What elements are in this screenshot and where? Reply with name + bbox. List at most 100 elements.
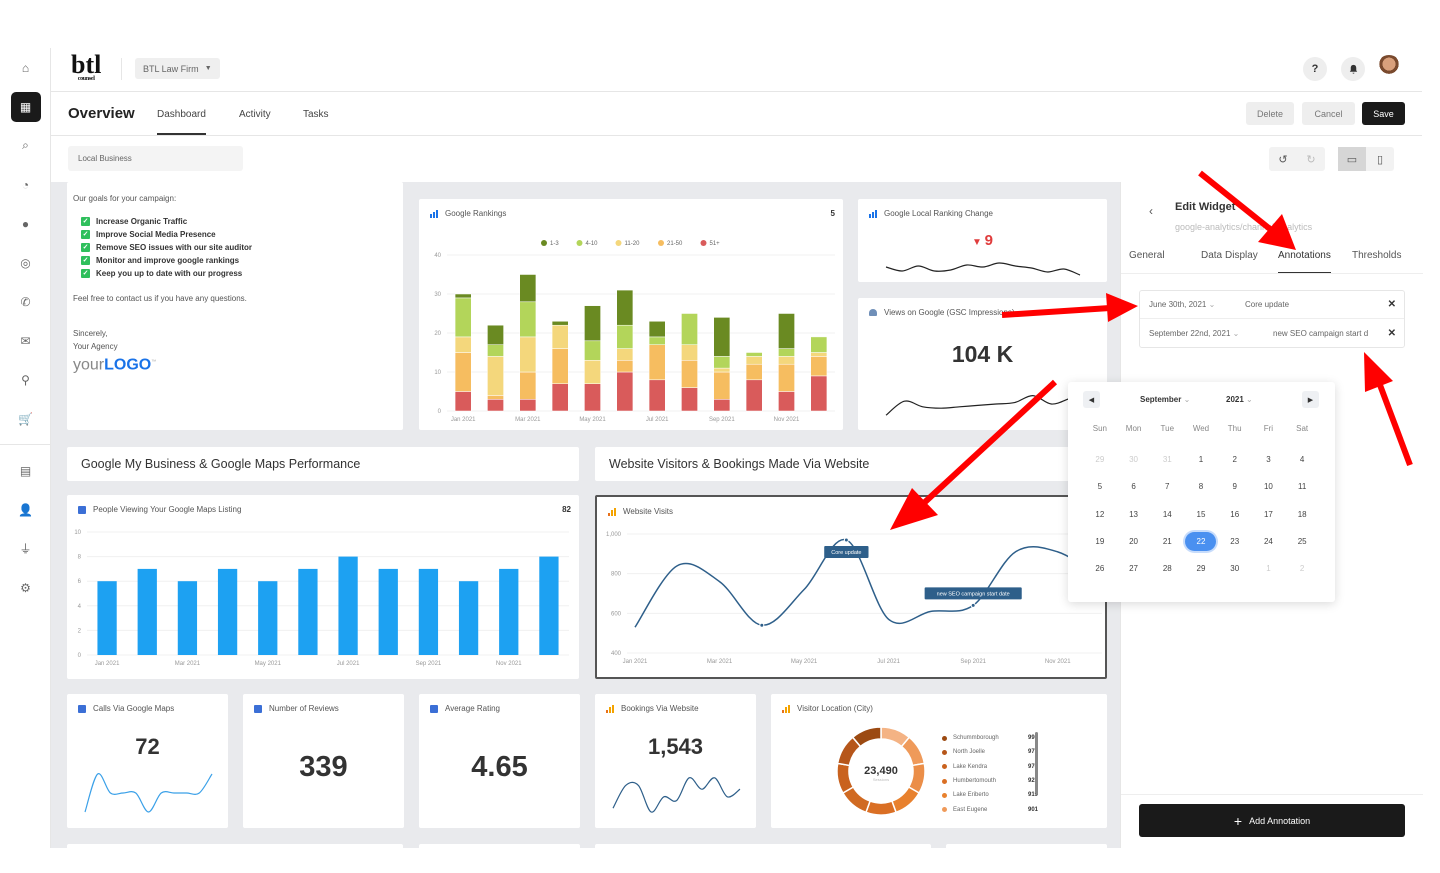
calendar-day[interactable]: 16: [1218, 501, 1252, 528]
calls-card[interactable]: Calls Via Google Maps 72: [67, 694, 228, 828]
annotation-label[interactable]: new SEO campaign start date: [924, 587, 1022, 600]
bar-segment-21-50[interactable]: [519, 371, 537, 400]
panel-tab-annotations[interactable]: Annotations: [1278, 250, 1331, 274]
bar-segment-11-20[interactable]: [487, 356, 504, 396]
bar-segment-21-50[interactable]: [616, 360, 634, 373]
sidebar-item-search[interactable]: ⌕: [0, 126, 51, 165]
bar-segment-4-10[interactable]: [713, 356, 731, 369]
donut-segment[interactable]: [864, 800, 898, 816]
bar-segment-51+[interactable]: [584, 383, 601, 412]
bar-segment-1-3[interactable]: [551, 321, 569, 326]
website-visits-card[interactable]: Website Visits 400 600 800 1,000 Core update…: [595, 495, 1107, 679]
goals-card[interactable]: Our goals for your campaign: ✓ Increase O…: [67, 182, 403, 430]
client-selector[interactable]: BTL Law Firm ▼: [135, 58, 220, 79]
bar-segment-11-20[interactable]: [778, 356, 795, 365]
mobile-view-icon[interactable]: ▯: [1366, 147, 1394, 171]
city-legend-item[interactable]: North Joelle 977: [942, 745, 1042, 759]
bar-segment-4-10[interactable]: [648, 336, 666, 345]
google-rankings-card[interactable]: Google Rankings 5 0 10 20 30 40 1-3 4-10 11-20 2…: [419, 199, 843, 430]
remove-annotation-icon[interactable]: ✕: [1388, 328, 1396, 339]
reviews-card[interactable]: Number of Reviews 339: [243, 694, 404, 828]
calendar-day[interactable]: 29: [1184, 555, 1218, 582]
calendar-day[interactable]: 2: [1285, 555, 1319, 582]
bar-segment-11-20[interactable]: [681, 344, 698, 361]
bar-segment-4-10[interactable]: [519, 301, 537, 338]
visitor-location-card[interactable]: Visitor Location (City) 23,490 Sessions S…: [771, 694, 1107, 828]
sidebar-item-settings[interactable]: ⚙: [0, 568, 51, 607]
calendar-day[interactable]: 19: [1083, 528, 1117, 555]
tab-activity[interactable]: Activity: [239, 109, 271, 120]
city-legend-item[interactable]: Humbertomouth 927: [942, 774, 1042, 788]
bar-segment-51+[interactable]: [713, 399, 731, 412]
bar-segment-1-3[interactable]: [584, 305, 601, 342]
remove-annotation-icon[interactable]: ✕: [1388, 299, 1396, 310]
bar-segment-1-3[interactable]: [487, 324, 504, 345]
calendar-day[interactable]: 18: [1285, 501, 1319, 528]
bar[interactable]: [338, 556, 358, 655]
calendar-day[interactable]: 8: [1184, 473, 1218, 500]
calendar-day[interactable]: 6: [1117, 473, 1151, 500]
tab-dashboard[interactable]: Dashboard: [157, 109, 206, 135]
calendar-day[interactable]: 31: [1150, 446, 1184, 473]
sidebar-item-email[interactable]: ✉: [0, 321, 51, 360]
bar-segment-51+[interactable]: [454, 391, 472, 412]
bar-segment-11-20[interactable]: [551, 324, 569, 349]
annotation-date-select[interactable]: September 22nd, 2021 ⌄: [1149, 329, 1273, 338]
calendar-day[interactable]: 11: [1285, 473, 1319, 500]
bar[interactable]: [458, 581, 479, 655]
bar-segment-21-50[interactable]: [745, 363, 763, 381]
calendar-day[interactable]: 23: [1218, 528, 1252, 555]
prev-month-button[interactable]: ◀: [1083, 391, 1100, 408]
calendar-day[interactable]: 12: [1083, 501, 1117, 528]
bar[interactable]: [137, 568, 157, 655]
calendar-day[interactable]: 9: [1218, 473, 1252, 500]
annotation-date-select[interactable]: June 30th, 2021 ⌄: [1149, 300, 1245, 309]
panel-tab-thresholds[interactable]: Thresholds: [1352, 250, 1401, 261]
calendar-day[interactable]: 2: [1218, 446, 1252, 473]
sidebar-item-home[interactable]: ⌂: [0, 48, 51, 87]
bar-segment-21-50[interactable]: [487, 395, 504, 400]
sidebar-item-chat[interactable]: ●: [0, 204, 51, 243]
delete-button[interactable]: Delete: [1246, 102, 1294, 125]
bar-segment-51+[interactable]: [810, 375, 828, 412]
sidebar-item-dashboard[interactable]: ▦: [0, 87, 51, 126]
gmb-section-header[interactable]: Google My Business & Google Maps Perform…: [67, 447, 579, 481]
cancel-button[interactable]: Cancel: [1302, 102, 1355, 125]
website-section-header[interactable]: Website Visitors & Bookings Made Via Web…: [595, 447, 1107, 481]
donut-segment[interactable]: [890, 785, 921, 814]
sidebar-item-ecommerce[interactable]: 🛒: [0, 399, 51, 438]
tab-tasks[interactable]: Tasks: [303, 109, 329, 120]
local-ranking-card[interactable]: Google Local Ranking Change ▼ 9: [858, 199, 1107, 282]
month-select[interactable]: September ⌄: [1140, 395, 1190, 404]
sidebar-item-integrations[interactable]: ⏚: [0, 529, 51, 568]
bar-segment-11-20[interactable]: [454, 336, 472, 353]
back-icon[interactable]: ‹: [1149, 204, 1153, 218]
save-button[interactable]: Save: [1362, 102, 1405, 125]
rating-card[interactable]: Average Rating 4.65: [419, 694, 580, 828]
year-select[interactable]: 2021 ⌄: [1226, 395, 1253, 404]
bar-segment-1-3[interactable]: [648, 321, 666, 338]
bar-segment-51+[interactable]: [616, 371, 634, 412]
calendar-day[interactable]: 1: [1252, 555, 1286, 582]
calendar-day[interactable]: 30: [1218, 555, 1252, 582]
sidebar-item-reports[interactable]: ◔: [0, 165, 51, 204]
calendar-day[interactable]: 14: [1150, 501, 1184, 528]
bar-segment-4-10[interactable]: [778, 348, 795, 357]
calendar-day[interactable]: 7: [1150, 473, 1184, 500]
bar-segment-11-20[interactable]: [810, 352, 828, 357]
legend-scrollbar[interactable]: [1035, 732, 1038, 794]
bar[interactable]: [217, 568, 238, 655]
bar-segment-1-3[interactable]: [778, 313, 795, 349]
bar-segment-51+[interactable]: [551, 383, 569, 412]
data-point[interactable]: [759, 622, 765, 628]
bar[interactable]: [97, 581, 117, 655]
bar-segment-21-50[interactable]: [713, 371, 731, 400]
calendar-day[interactable]: 17: [1252, 501, 1286, 528]
annotation-label[interactable]: Core update: [824, 545, 869, 558]
calendar-day[interactable]: 10: [1252, 473, 1286, 500]
bar[interactable]: [258, 581, 278, 655]
city-legend-item[interactable]: Lake Eriberto 919: [942, 788, 1042, 802]
notifications-button[interactable]: [1341, 57, 1365, 81]
annotation-text-input[interactable]: Core update: [1245, 300, 1289, 309]
sidebar-item-users[interactable]: 👤: [0, 490, 51, 529]
